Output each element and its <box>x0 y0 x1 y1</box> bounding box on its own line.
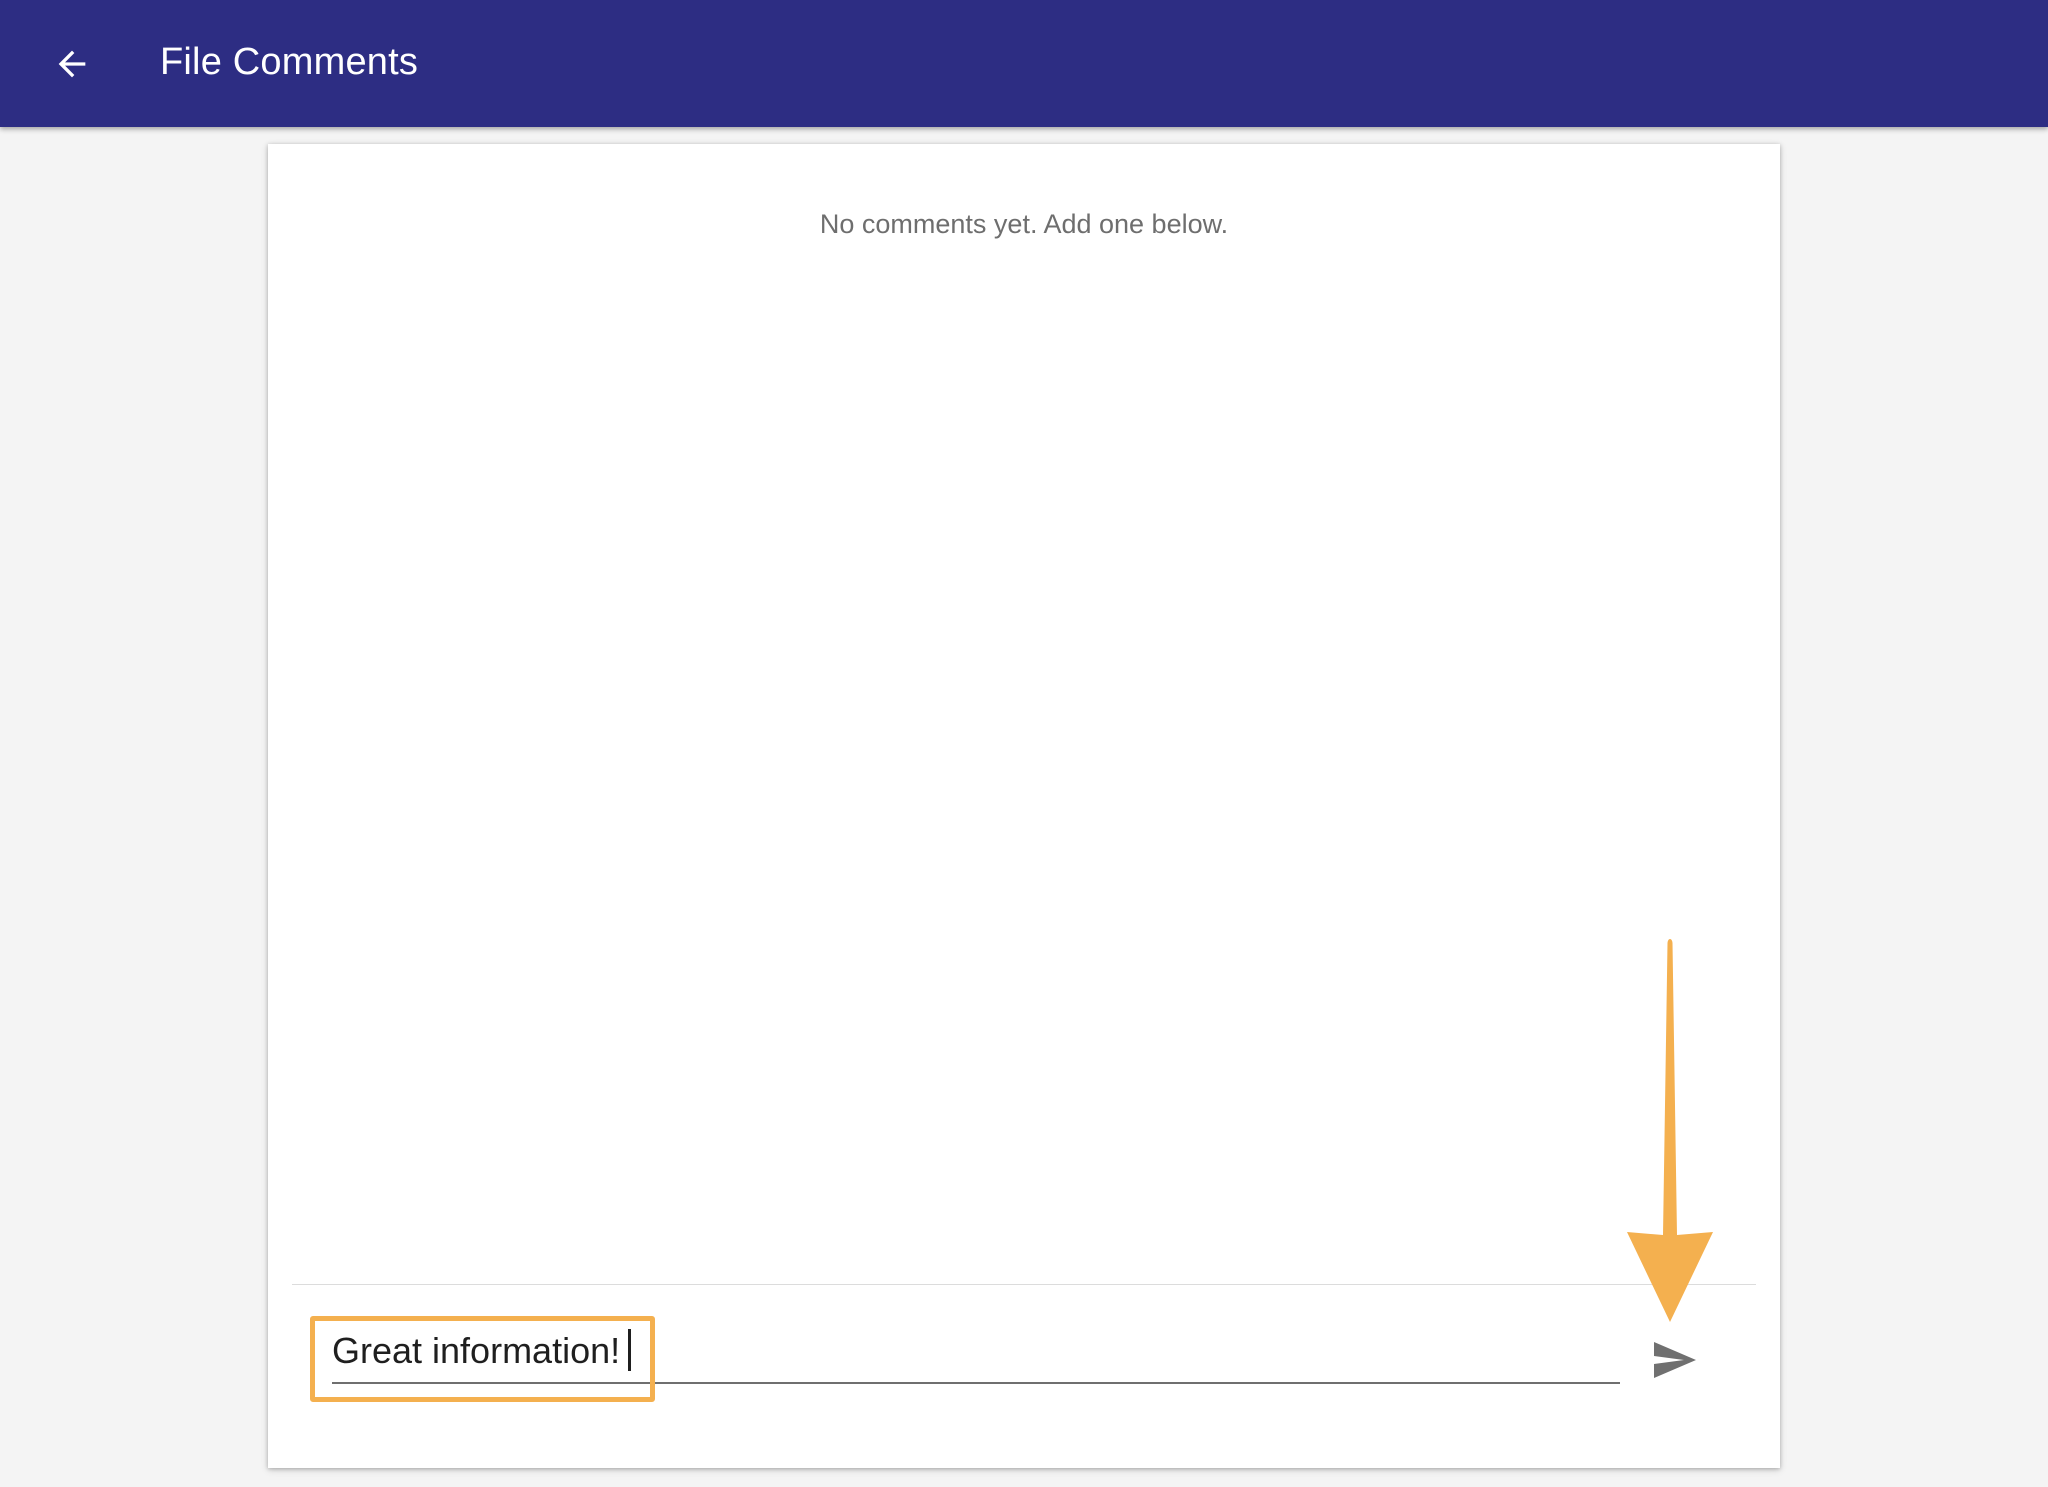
comments-card: No comments yet. Add one below. Great in… <box>268 144 1780 1468</box>
text-caret <box>628 1329 632 1372</box>
composer-divider <box>292 1284 1756 1285</box>
send-button[interactable] <box>1638 1324 1710 1396</box>
arrow-back-icon <box>58 50 86 78</box>
comment-input[interactable]: Great information! <box>332 1326 632 1376</box>
back-button[interactable] <box>38 30 106 98</box>
app-bar: File Comments <box>0 0 2048 127</box>
send-icon <box>1654 1342 1696 1378</box>
comment-input-value: Great information! <box>332 1330 621 1371</box>
comment-input-field[interactable]: Great information! <box>332 1322 1620 1384</box>
page-title: File Comments <box>160 41 419 83</box>
empty-comments-message: No comments yet. Add one below. <box>819 209 1229 239</box>
